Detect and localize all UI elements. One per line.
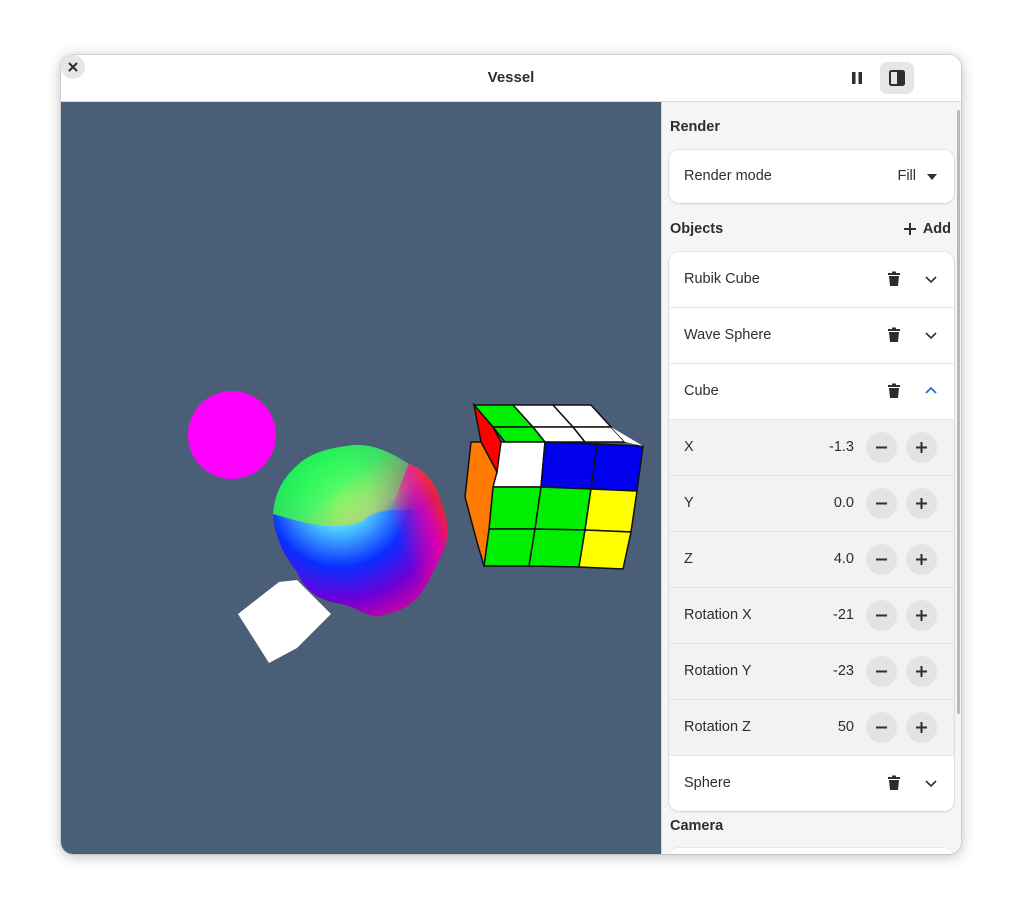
decrement-button[interactable]	[866, 544, 897, 575]
camera-heading: Camera	[670, 818, 724, 834]
increment-button[interactable]	[906, 488, 937, 519]
decrement-button[interactable]	[866, 712, 897, 743]
increment-button[interactable]	[906, 656, 937, 687]
chevron-down-icon[interactable]	[923, 271, 939, 287]
sidebar-scrollbar[interactable]	[957, 110, 960, 714]
object-row-sphere[interactable]: Sphere	[669, 756, 954, 811]
increment-button[interactable]	[906, 432, 937, 463]
chevron-down-icon[interactable]	[923, 775, 939, 791]
property-label: Z	[684, 551, 693, 567]
sidebar-panel[interactable]: Render Render mode Fill Objects Add Rubi…	[661, 102, 961, 854]
object-row-wave-sphere[interactable]: Wave Sphere	[669, 308, 954, 364]
property-label: Y	[684, 495, 694, 511]
sidebar-toggle-icon	[889, 70, 905, 86]
property-row-x: X -1.3	[669, 420, 954, 476]
minus-icon	[876, 670, 887, 673]
magenta-sphere	[188, 391, 276, 479]
object-row-rubik-cube[interactable]: Rubik Cube	[669, 252, 954, 308]
property-label: Rotation Y	[684, 663, 752, 679]
property-row-rotation-x: Rotation X -21	[669, 588, 954, 644]
increment-button[interactable]	[906, 600, 937, 631]
rubik-cube	[464, 402, 644, 570]
render-heading: Render	[670, 119, 720, 135]
object-label: Sphere	[684, 775, 731, 791]
header-bar: Vessel	[61, 55, 961, 102]
property-value[interactable]: 0.0	[834, 476, 854, 531]
plus-icon	[916, 666, 927, 677]
plus-icon	[916, 610, 927, 621]
render-card: Render mode Fill	[669, 150, 954, 203]
plus-icon	[916, 554, 927, 565]
render-mode-row[interactable]: Render mode Fill	[669, 150, 954, 203]
trash-icon[interactable]	[886, 327, 902, 343]
increment-button[interactable]	[906, 544, 937, 575]
object-row-cube[interactable]: Cube	[669, 364, 954, 420]
minus-icon	[876, 614, 887, 617]
property-value[interactable]: -1.3	[829, 420, 854, 475]
render-mode-label: Render mode	[684, 168, 772, 184]
object-label: Rubik Cube	[684, 271, 760, 287]
chevron-down-icon[interactable]	[926, 171, 938, 183]
property-row-rotation-z: Rotation Z 50	[669, 700, 954, 756]
sidebar-toggle-button[interactable]	[880, 62, 914, 94]
plus-icon	[916, 722, 927, 733]
property-value[interactable]: 4.0	[834, 532, 854, 587]
app-window: Vessel Render Render mode Fill Objects A…	[61, 55, 961, 854]
objects-card: Rubik Cube Wave Sphere Cube X -1.3 Y 0.0…	[669, 252, 954, 811]
minus-icon	[876, 726, 887, 729]
property-label: Rotation Z	[684, 719, 751, 735]
object-label: Wave Sphere	[684, 327, 772, 343]
trash-icon[interactable]	[886, 775, 902, 791]
property-label: X	[684, 439, 694, 455]
property-row-z: Z 4.0	[669, 532, 954, 588]
plus-icon	[916, 498, 927, 509]
increment-button[interactable]	[906, 712, 937, 743]
close-button[interactable]	[61, 55, 85, 79]
pause-icon	[852, 72, 862, 84]
decrement-button[interactable]	[866, 432, 897, 463]
objects-heading: Objects	[670, 221, 724, 237]
minus-icon	[876, 502, 887, 505]
scene-render	[188, 391, 644, 663]
property-row-y: Y 0.0	[669, 476, 954, 532]
render-mode-value[interactable]: Fill	[897, 150, 916, 203]
chevron-down-icon[interactable]	[923, 327, 939, 343]
window-title: Vessel	[487, 69, 535, 86]
property-value[interactable]: -21	[833, 588, 854, 643]
add-object-button[interactable]: Add	[903, 219, 951, 239]
property-row-rotation-y: Rotation Y -23	[669, 644, 954, 700]
object-label: Cube	[684, 383, 719, 399]
decrement-button[interactable]	[866, 656, 897, 687]
pause-button[interactable]	[840, 62, 874, 94]
add-object-label: Add	[922, 221, 951, 237]
property-value[interactable]: -23	[833, 644, 854, 699]
trash-icon[interactable]	[886, 383, 902, 399]
decrement-button[interactable]	[866, 600, 897, 631]
property-value[interactable]: 50	[838, 700, 854, 755]
minus-icon	[876, 446, 887, 449]
chevron-up-icon[interactable]	[923, 383, 939, 399]
3d-viewport[interactable]	[61, 102, 661, 854]
trash-icon[interactable]	[886, 271, 902, 287]
minus-icon	[876, 558, 887, 561]
plus-icon	[916, 442, 927, 453]
decrement-button[interactable]	[866, 488, 897, 519]
plus-icon	[903, 223, 916, 235]
property-label: Rotation X	[684, 607, 752, 623]
camera-card	[669, 848, 954, 854]
close-icon	[68, 62, 78, 72]
